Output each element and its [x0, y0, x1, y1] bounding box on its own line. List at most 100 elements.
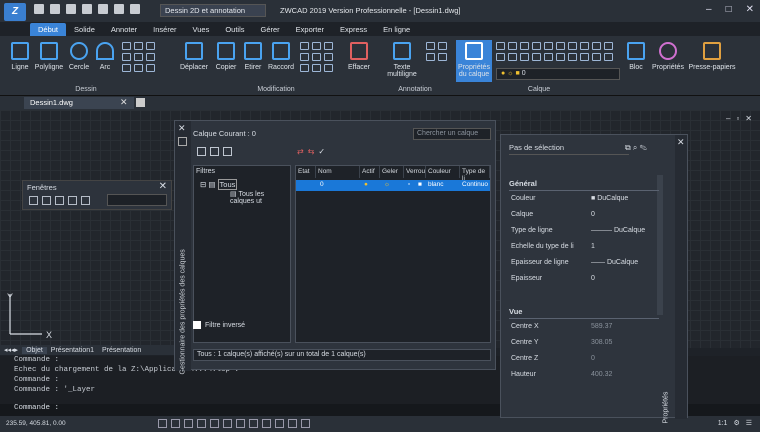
draw-tool-icon[interactable]: [146, 53, 155, 61]
workspace-icon[interactable]: ⚙: [733, 419, 739, 427]
viewport-icon[interactable]: [68, 196, 77, 205]
prop-lineweight[interactable]: Epaisseur de ligne —— DuCalque: [509, 257, 659, 273]
layer-tool-icon[interactable]: [520, 53, 529, 61]
draw-tool-icon[interactable]: [146, 42, 155, 50]
fillet-button[interactable]: Raccord: [266, 42, 296, 71]
draw-tool-icon[interactable]: [122, 42, 131, 50]
draw-tool-icon[interactable]: [134, 53, 143, 61]
col-color[interactable]: Couleur: [426, 166, 460, 178]
layer-tool-icon[interactable]: [544, 53, 553, 61]
save-icon[interactable]: [66, 4, 76, 14]
tab-objet[interactable]: Objet: [22, 346, 47, 354]
otrack-icon[interactable]: [223, 419, 232, 428]
prop-thickness[interactable]: Epaisseur 0: [509, 273, 659, 289]
prop-linetype-scale[interactable]: Echelle du type de li 1: [509, 241, 659, 257]
circle-button[interactable]: Cercle: [66, 42, 92, 71]
ducs-icon[interactable]: [236, 419, 245, 428]
saveas-icon[interactable]: [82, 4, 92, 14]
layer-tool-icon[interactable]: [544, 42, 553, 50]
tab-outils[interactable]: Outils: [217, 23, 252, 36]
layer-properties-button[interactable]: Propriétés du calque: [456, 40, 492, 82]
undo-icon[interactable]: [114, 4, 124, 14]
layer-tool-icon[interactable]: [592, 42, 601, 50]
layer-tool-icon[interactable]: [556, 42, 565, 50]
unlock-icon[interactable]: ▫: [408, 181, 410, 188]
layer-manager-autohide-icon[interactable]: [178, 137, 187, 146]
modify-tool-icon[interactable]: [300, 53, 309, 61]
minimize-icon[interactable]: –: [706, 4, 712, 15]
prop-linetype[interactable]: Type de ligne ——— DuCalque: [509, 225, 659, 241]
layer-tool-icon[interactable]: [556, 53, 565, 61]
new-document-icon[interactable]: [136, 98, 145, 107]
group-filter-icon[interactable]: [210, 147, 219, 156]
arc-button[interactable]: Arc: [94, 42, 116, 71]
new-icon[interactable]: [34, 4, 44, 14]
annotation-icon[interactable]: [301, 419, 310, 428]
layer-tool-icon[interactable]: [568, 53, 577, 61]
properties-close-icon[interactable]: ✕: [677, 137, 685, 148]
redo-icon[interactable]: [130, 4, 140, 14]
layer-tool-icon[interactable]: [520, 42, 529, 50]
print-icon[interactable]: [98, 4, 108, 14]
bulb-on-icon[interactable]: ●: [364, 181, 368, 188]
invert-filter-checkbox[interactable]: [193, 321, 201, 329]
sun-icon[interactable]: ☼: [384, 181, 390, 188]
grid-icon[interactable]: [158, 419, 167, 428]
layer-tool-icon[interactable]: [496, 42, 505, 50]
tab-annoter[interactable]: Annoter: [103, 23, 145, 36]
tab-solide[interactable]: Solide: [66, 23, 103, 36]
selection-select[interactable]: Pas de sélection: [509, 143, 629, 155]
layer-color[interactable]: blanc: [428, 181, 444, 188]
new-layer-icon[interactable]: ⇄: [297, 147, 304, 156]
draw-tool-icon[interactable]: [146, 64, 155, 72]
modify-tool-icon[interactable]: [324, 53, 333, 61]
stretch-button[interactable]: Etirer: [240, 42, 266, 71]
new-filter-icon[interactable]: [197, 147, 206, 156]
modify-tool-icon[interactable]: [324, 64, 333, 72]
layer-tool-icon[interactable]: [604, 53, 613, 61]
maximize-icon[interactable]: □: [726, 4, 732, 15]
draw-tool-icon[interactable]: [134, 64, 143, 72]
block-button[interactable]: Bloc: [624, 42, 648, 71]
modify-tool-icon[interactable]: [324, 42, 333, 50]
tab-exporter[interactable]: Exporter: [288, 23, 332, 36]
color-swatch[interactable]: ■: [418, 181, 422, 188]
annotation-scale[interactable]: 1:1: [718, 420, 728, 427]
modify-tool-icon[interactable]: [312, 42, 321, 50]
viewport-icon[interactable]: [29, 196, 38, 205]
section-view[interactable]: Vue: [509, 307, 659, 319]
prop-layer[interactable]: Calque 0: [509, 209, 659, 225]
draw-tool-icon[interactable]: [122, 64, 131, 72]
clipboard-button[interactable]: Presse-papiers: [688, 42, 736, 71]
properties-button[interactable]: Propriétés: [650, 42, 686, 71]
viewport-icon[interactable]: [42, 196, 51, 205]
modify-tool-icon[interactable]: [300, 64, 309, 72]
layer-tool-icon[interactable]: [532, 42, 541, 50]
dyn-icon[interactable]: [249, 419, 258, 428]
tab-debut[interactable]: Début: [30, 22, 67, 36]
layer-states-icon[interactable]: [223, 147, 232, 156]
polyline-button[interactable]: Polyligne: [34, 42, 64, 71]
tab-presentation1[interactable]: Présentation1: [47, 347, 98, 354]
layer-search-input[interactable]: Chercher un calque: [413, 128, 491, 140]
col-state[interactable]: Etat: [296, 166, 316, 178]
layer-tool-icon[interactable]: [496, 53, 505, 61]
col-linetype[interactable]: Type de li: [460, 166, 490, 182]
tab-gerer[interactable]: Gérer: [253, 23, 288, 36]
leader-icon[interactable]: [438, 42, 447, 50]
erase-button[interactable]: Effacer: [344, 42, 374, 71]
viewport-restore-icon[interactable]: ▫: [736, 114, 739, 123]
hatch-icon[interactable]: [438, 53, 447, 61]
close-icon[interactable]: ✕: [746, 4, 754, 15]
app-logo[interactable]: Z: [4, 3, 26, 21]
snap-icon[interactable]: [171, 419, 180, 428]
draw-tool-icon[interactable]: [122, 53, 131, 61]
col-active[interactable]: Actif: [360, 166, 380, 178]
viewport-icon[interactable]: [55, 196, 64, 205]
tab-en-ligne[interactable]: En ligne: [375, 23, 418, 36]
filter-used-layers[interactable]: ▤ Tous les calques ut: [230, 190, 290, 205]
section-general[interactable]: Général: [509, 179, 659, 191]
table-icon[interactable]: [426, 53, 435, 61]
layer-tool-icon[interactable]: [508, 53, 517, 61]
dimension-icon[interactable]: [426, 42, 435, 50]
